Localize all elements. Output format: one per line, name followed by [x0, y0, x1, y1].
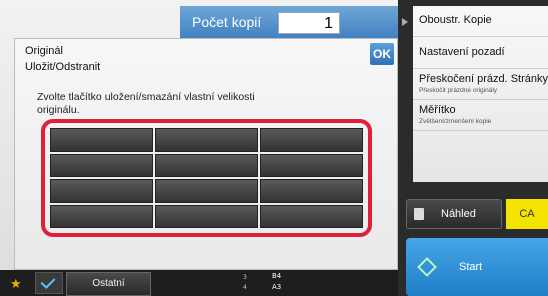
- copies-label: Počet kopií: [192, 14, 262, 30]
- menu-item-sublabel: Přeskočit prázdné originály: [419, 87, 498, 94]
- dialog-subtitle: Uložit/Odstranit: [25, 61, 101, 73]
- menu-item-duplex[interactable]: Oboustr. Kopie: [413, 6, 548, 37]
- size-slot-button[interactable]: [260, 128, 363, 152]
- menu-item-background[interactable]: Nastavení pozadí: [413, 37, 548, 69]
- size-slot-frame: [41, 119, 372, 237]
- size-slot-button[interactable]: [260, 204, 363, 228]
- menu-item-label: Měřítko: [419, 104, 456, 116]
- menu-item-label: Přeskočení prázd. Stránky: [419, 73, 548, 85]
- check-button[interactable]: [35, 272, 63, 294]
- menu-item-label: Nastavení pozadí: [419, 46, 505, 58]
- size-slot-button[interactable]: [155, 204, 258, 228]
- check-icon: [40, 274, 56, 289]
- size-slot-button[interactable]: [155, 179, 258, 203]
- size-slot-button[interactable]: [50, 153, 153, 177]
- function-menu: Oboustr. Kopie Nastavení pozadí Přeskoče…: [413, 6, 548, 182]
- other-button[interactable]: Ostatní: [66, 272, 151, 296]
- preview-label: Náhled: [441, 208, 476, 220]
- tray-number: 3: [243, 274, 247, 281]
- menu-arrow-icon[interactable]: [402, 18, 408, 26]
- clear-all-button[interactable]: CA: [506, 199, 548, 229]
- size-slot-grid: [50, 128, 363, 228]
- copies-bar: Počet kopií 1: [180, 6, 398, 40]
- menu-item-label: Oboustr. Kopie: [419, 14, 492, 26]
- start-label: Start: [459, 261, 483, 273]
- tray-size: A3: [272, 283, 282, 291]
- menu-item-sublabel: Zvětšení/zmenšení kopie: [419, 118, 492, 125]
- copier-screen: Počet kopií 1 Oboustr. Kopie Nastavení p…: [0, 0, 548, 296]
- preview-button[interactable]: Náhled: [406, 199, 502, 229]
- dialog-title: Originál: [25, 45, 63, 57]
- start-icon: [417, 257, 437, 277]
- tray-number: 4: [243, 284, 247, 291]
- size-slot-button[interactable]: [50, 204, 153, 228]
- size-slot-button[interactable]: [155, 128, 258, 152]
- menu-item-blank-skip[interactable]: Přeskočení prázd. Stránky Přeskočit práz…: [413, 69, 548, 100]
- size-slot-button[interactable]: [260, 153, 363, 177]
- copies-count-field[interactable]: 1: [278, 12, 340, 34]
- size-slot-button[interactable]: [155, 153, 258, 177]
- original-size-dialog: Originál Uložit/Odstranit OK Zvolte tlač…: [14, 38, 398, 270]
- size-slot-button[interactable]: [50, 179, 153, 203]
- size-slot-button[interactable]: [260, 179, 363, 203]
- ok-button[interactable]: OK: [370, 43, 394, 65]
- instruction-text: Zvolte tlačítko uložení/smazání vlastní …: [37, 91, 255, 116]
- menu-item-zoom[interactable]: Měřítko Zvětšení/zmenšení kopie: [413, 100, 548, 131]
- star-icon[interactable]: ★: [10, 277, 22, 292]
- size-slot-button[interactable]: [50, 128, 153, 152]
- preview-icon: [414, 208, 424, 220]
- tray-size: B4: [272, 272, 282, 280]
- start-button[interactable]: Start: [406, 238, 548, 296]
